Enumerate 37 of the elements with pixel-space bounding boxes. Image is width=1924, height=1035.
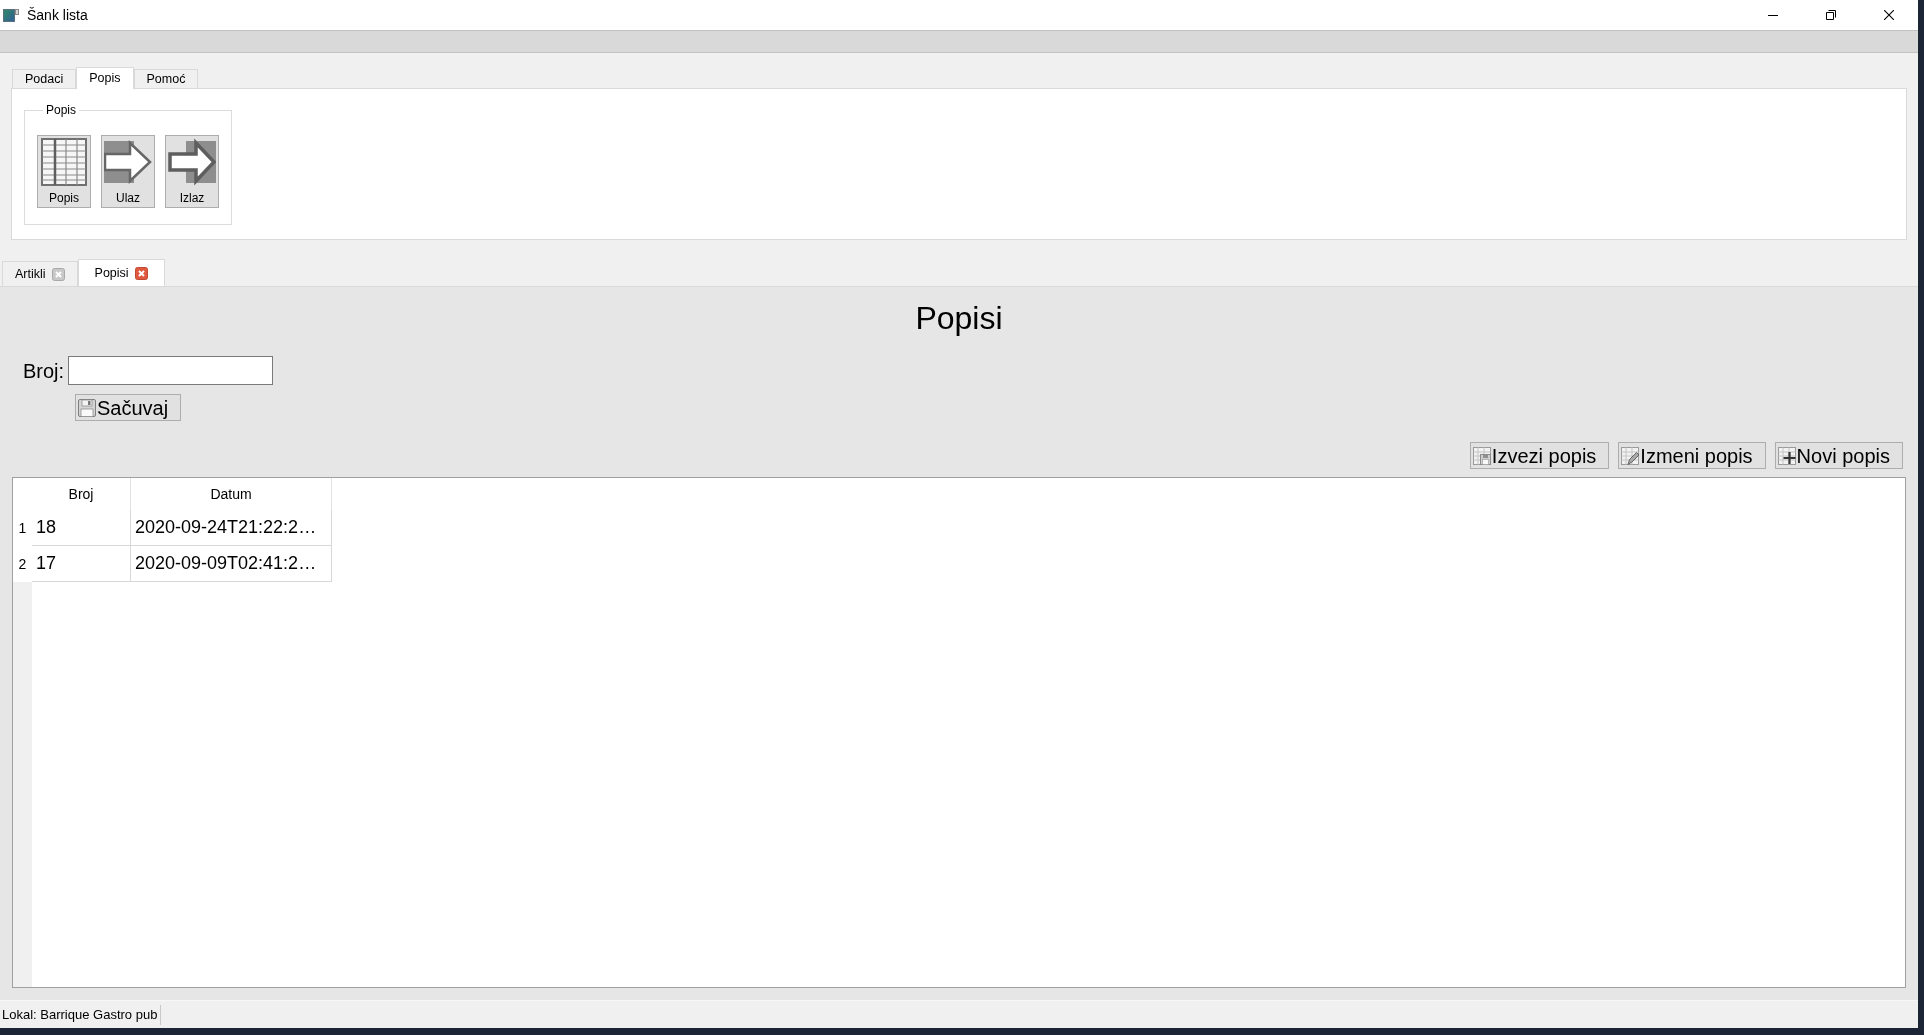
- table-cell: 18: [32, 510, 131, 546]
- action-button[interactable]: Novi popis: [1774, 442, 1903, 469]
- action-button[interactable]: Izvezi popis: [1469, 442, 1610, 469]
- page-title: Popisi: [914, 299, 1004, 337]
- status-text: Lokal: Barrique Gastro pub: [0, 1004, 162, 1025]
- ribbon-button[interactable]: Izlaz: [165, 135, 219, 208]
- ribbon-button[interactable]: Popis: [37, 135, 91, 208]
- field-label: Broj:: [23, 358, 65, 383]
- ribbon-tab[interactable]: Podaci: [12, 69, 77, 88]
- table-cell: 2020-09-09T02:41:2…: [131, 546, 332, 582]
- ribbon-button[interactable]: Ulaz: [101, 135, 155, 208]
- document-tab[interactable]: Artikli: [2, 261, 78, 286]
- table-icon: [40, 138, 88, 186]
- minimize-icon[interactable]: [1768, 14, 1778, 16]
- grid-floppy-icon: [1472, 446, 1491, 465]
- input-field[interactable]: [68, 356, 274, 385]
- document-tab[interactable]: Popisi: [77, 259, 165, 286]
- table-cell: 2020-09-24T21:22:2…: [131, 510, 332, 546]
- table-cell: 17: [32, 546, 131, 582]
- restore-icon[interactable]: [1826, 10, 1836, 20]
- row-number: 2: [17, 554, 28, 574]
- save-button[interactable]: Sačuvaj: [75, 394, 182, 421]
- column-header: Broj: [32, 478, 131, 510]
- action-button[interactable]: Izmeni popis: [1618, 442, 1766, 469]
- grid-pencil-icon: [1621, 446, 1640, 465]
- ribbon-tab[interactable]: Popis: [76, 67, 134, 89]
- close-icon[interactable]: [1884, 10, 1894, 20]
- column-header: Datum: [131, 478, 332, 510]
- arrow-icon: [168, 138, 216, 186]
- arrow-icon: [104, 138, 152, 186]
- app-icon: [3, 8, 19, 22]
- grid-plus-icon: [1777, 446, 1796, 465]
- group-title: Popis: [45, 103, 78, 117]
- row-number: 1: [17, 518, 28, 538]
- floppy-icon: [78, 398, 96, 417]
- ribbon-tab[interactable]: Pomoć: [133, 69, 199, 88]
- window-title: Šank lista: [27, 6, 88, 24]
